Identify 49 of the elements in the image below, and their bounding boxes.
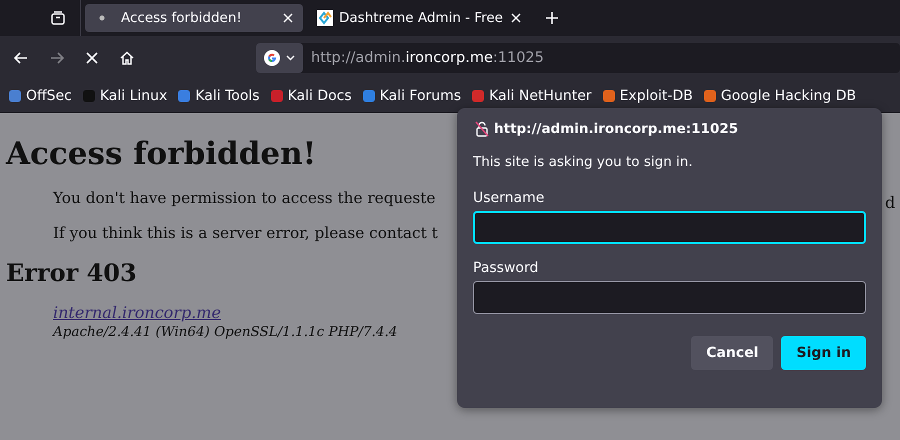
favicon-icon — [317, 10, 333, 26]
bookmark-item[interactable]: Kali Docs — [268, 86, 354, 106]
server-info: Apache/2.4.41 (Win64) OpenSSL/1.1.1c PHP/7.4.4 — [53, 323, 398, 341]
url-text: http://admin.ironcorp.me:11025 — [311, 50, 544, 66]
loading-dot-icon — [99, 15, 105, 21]
input-field[interactable] — [473, 281, 866, 314]
bookmark-icon — [177, 89, 192, 103]
bookmark-icon — [602, 89, 616, 103]
browser-tab[interactable]: Access forbidden! — [85, 4, 303, 32]
bookmark-item[interactable]: Kali NetHunter — [469, 86, 594, 106]
close-icon[interactable] — [283, 13, 293, 23]
google-logo-icon — [264, 50, 280, 66]
bookmark-icon — [270, 89, 284, 103]
back-icon[interactable] — [13, 50, 29, 66]
field-label: Username — [473, 190, 546, 206]
bookmark-item[interactable]: Google Hacking DB — [700, 86, 858, 106]
close-icon[interactable] — [510, 13, 521, 23]
dropdown-caret-icon — [286, 55, 295, 61]
error-paragraph: You don't have permission to access the requeste — [53, 188, 436, 208]
bookmark-item[interactable]: Kali Tools — [175, 86, 262, 106]
stop-icon[interactable] — [85, 51, 99, 65]
bookmark-item[interactable]: Kali Forums — [360, 86, 464, 106]
address-field[interactable]: http://admin.ironcorp.me:11025 — [256, 43, 900, 73]
sign-in-button[interactable]: Sign in — [781, 336, 866, 370]
field-label: Password — [473, 260, 540, 276]
dialog-message: This site is asking you to sign in. — [473, 154, 694, 170]
error-code-heading: Error 403 — [6, 257, 137, 289]
error-paragraph: If you think this is a server error, please contact t — [53, 223, 438, 243]
input-field[interactable] — [473, 211, 866, 244]
search-engine-button[interactable] — [256, 43, 303, 73]
bookmark-icon — [8, 89, 22, 103]
bookmark-icon — [471, 89, 486, 103]
home-icon[interactable] — [119, 50, 135, 66]
insecure-lock-icon — [475, 121, 489, 137]
bookmark-icon — [702, 89, 717, 103]
tab-list-icon[interactable] — [50, 10, 66, 26]
cancel-button[interactable]: Cancel — [691, 336, 774, 370]
server-link[interactable]: internal.ironcorp.me — [53, 303, 221, 323]
page-heading: Access forbidden! — [6, 135, 316, 174]
bookmark-icon — [82, 89, 96, 103]
forward-icon[interactable] — [49, 50, 65, 66]
browser-tab[interactable]: Dashtreme Admin - Free — [307, 4, 531, 32]
bookmark-item[interactable]: Kali Linux — [80, 86, 170, 106]
paragraph-fragment: d — [885, 193, 896, 212]
bookmark-icon — [362, 89, 376, 103]
new-tab-icon[interactable] — [544, 11, 559, 25]
bookmark-item[interactable]: Exploit-DB — [600, 86, 695, 106]
dialog-origin: http://admin.ironcorp.me:11025 — [494, 121, 738, 137]
bookmark-item[interactable]: OffSec — [6, 86, 74, 106]
